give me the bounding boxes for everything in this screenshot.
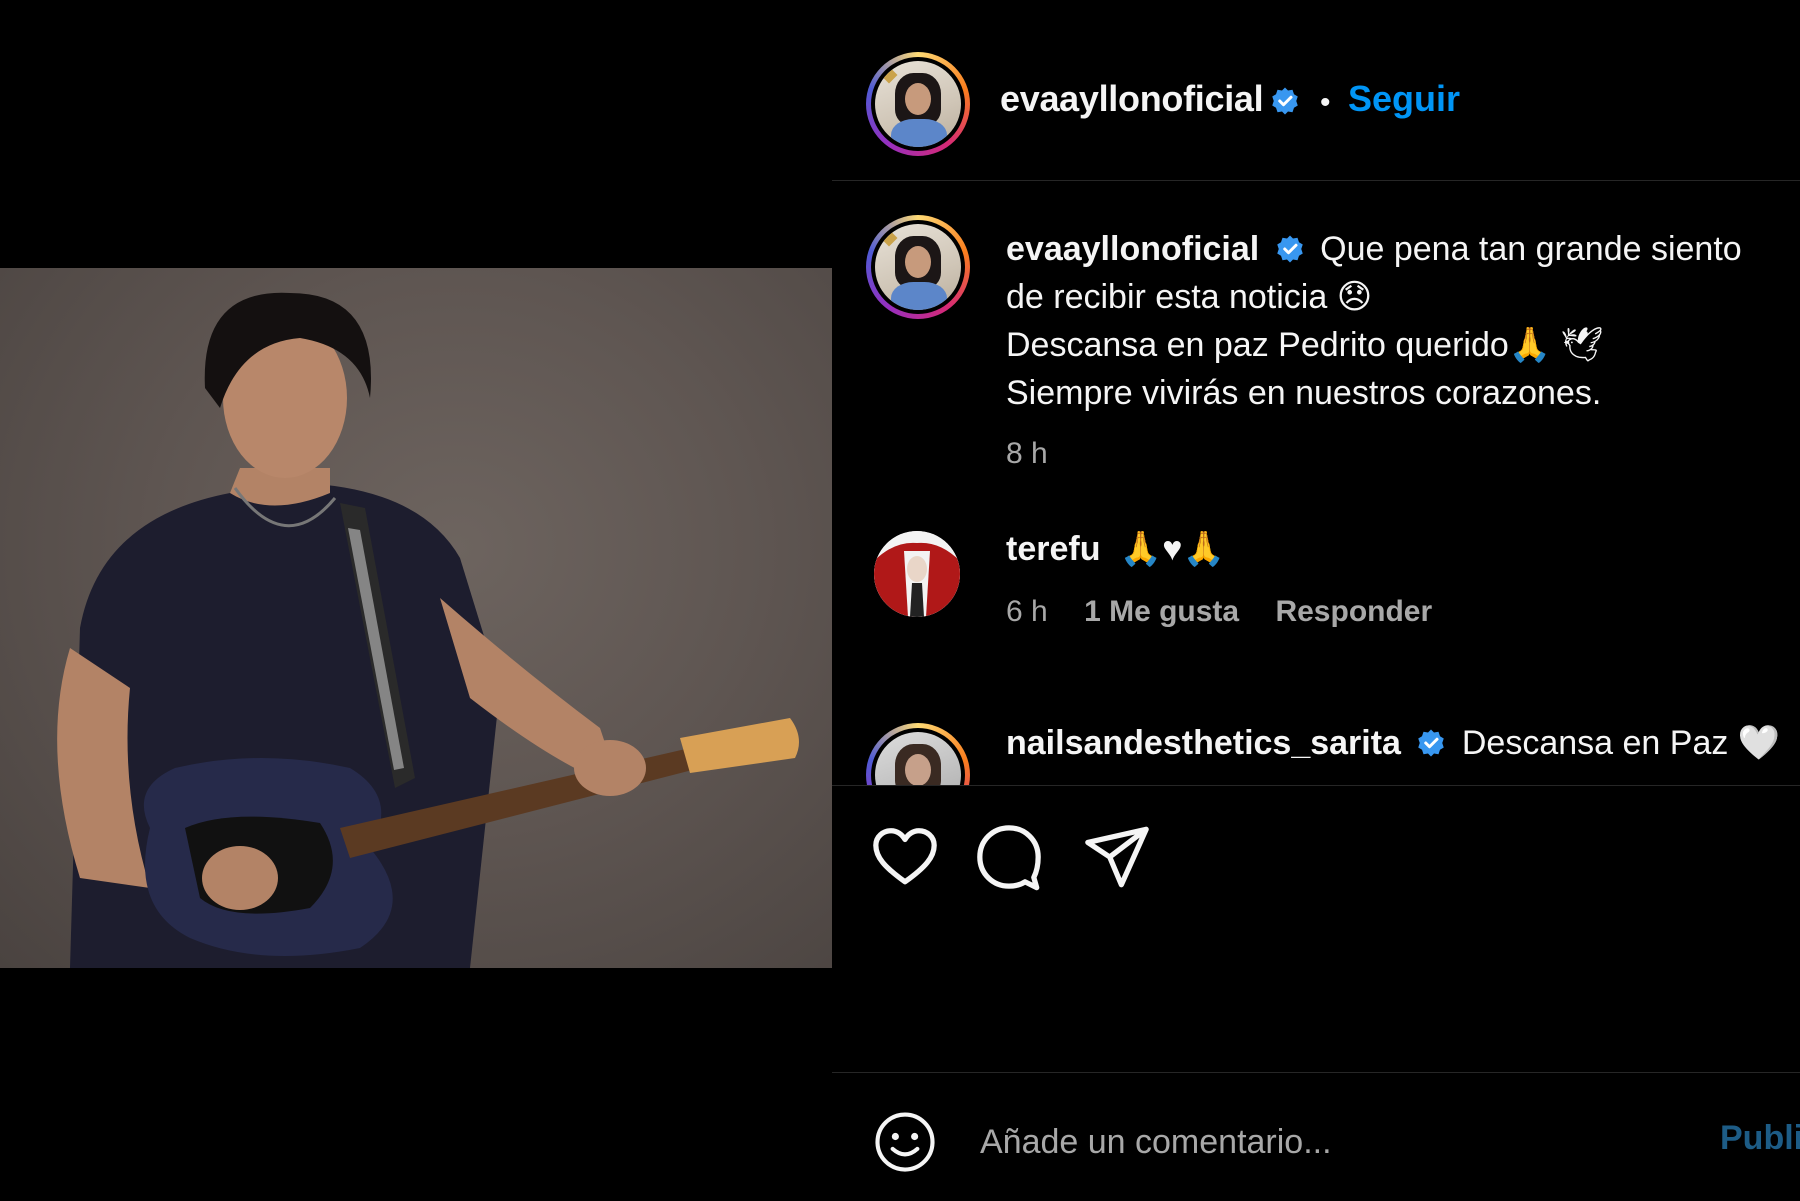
reply-button[interactable]: Responder [1275,595,1432,628]
comment-likes[interactable]: 1 Me gusta [1084,595,1239,628]
caption-line-2: de recibir esta noticia 😞 [1006,278,1373,316]
commenter-avatar[interactable] [866,723,970,785]
heart-icon[interactable] [870,822,940,892]
comment-body: Descansa en Paz 🤍 [1461,724,1781,762]
instagram-post-view: evaayllonoficial • Seguir evaayllonofici… [0,0,1800,1201]
verified-badge-icon [1276,235,1303,263]
caption-line-1: Que pena tan grande siento [1320,230,1742,268]
comment-username[interactable]: nailsandesthetics_sarita [1006,724,1401,762]
caption-avatar[interactable] [866,215,970,319]
comment-text: terefu 🙏♥🙏 [1006,529,1225,569]
comment-item: terefu 🙏♥🙏 6 h 1 Me gusta Responder [832,509,1800,649]
caption-line-3: Descansa en paz Pedrito querido🙏 🕊 [1006,326,1604,364]
comment-body: 🙏♥🙏 [1119,530,1225,568]
comment-text: nailsandesthetics_sarita Descansa en Paz… [1006,723,1780,763]
verified-badge-icon [1418,729,1445,757]
caption-text: evaayllonoficial Que pena tan grande sie… [1006,225,1786,417]
comment-input[interactable] [978,1111,1622,1173]
caption-line-4: Siempre vivirás en nuestros corazones. [1006,374,1602,412]
post-photo[interactable] [0,268,832,968]
post-header: evaayllonoficial • Seguir [832,28,1800,181]
comment-timestamp: 6 h [1006,595,1048,628]
comment-icon[interactable] [974,822,1044,892]
smiley-icon[interactable] [872,1109,938,1175]
author-username[interactable]: evaayllonoficial [1000,78,1264,120]
terefu-avatar-image [874,531,960,617]
post-panel: evaayllonoficial • Seguir evaayllonofici… [832,0,1800,1201]
separator-dot: • [1320,86,1331,119]
comment-meta: 6 h 1 Me gusta Responder [1006,595,1460,629]
comment-username[interactable]: terefu [1006,530,1100,568]
caption-timestamp: 8 h [1006,437,1048,470]
post-caption: evaayllonoficial Que pena tan grande sie… [832,181,1800,481]
comments-list[interactable]: evaayllonoficial Que pena tan grande sie… [832,181,1800,786]
post-media [0,0,832,1201]
verified-badge-icon [1272,87,1298,115]
author-avatar[interactable] [866,52,970,156]
commenter-avatar[interactable] [874,531,960,617]
caption-username[interactable]: evaayllonoficial [1006,230,1259,268]
send-icon[interactable] [1082,822,1152,892]
comment-composer: Publicar [832,1073,1800,1201]
action-bar [832,786,1800,1073]
guitarist-photo [57,292,799,968]
follow-button[interactable]: Seguir [1348,78,1460,120]
comment-item: nailsandesthetics_sarita Descansa en Paz… [832,701,1800,785]
publish-button[interactable]: Publicar [1720,1119,1800,1158]
